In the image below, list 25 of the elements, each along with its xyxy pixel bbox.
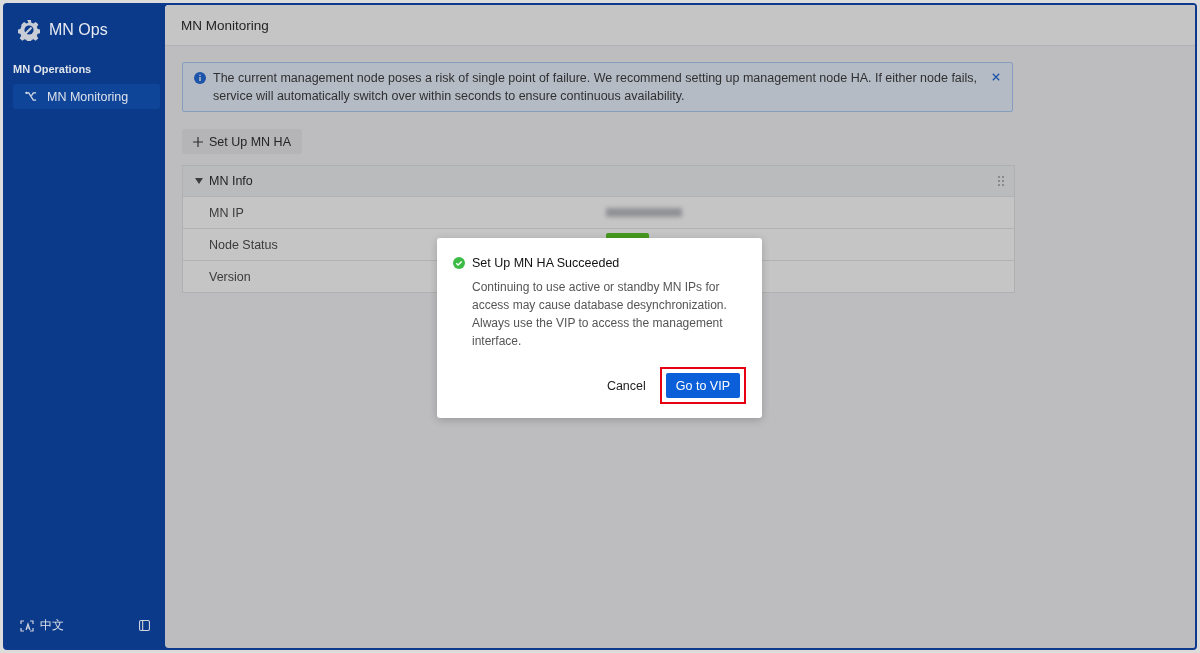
dialog-message: Continuing to use active or standby MN IPs for access may cause database desynchronization. Always use the VIP to access the management interface. [472, 279, 728, 350]
language-button[interactable]: 中文 [20, 617, 64, 634]
panel-title: MN Info [209, 174, 253, 188]
sidebar-item[interactable]: MN Monitoring [13, 84, 160, 109]
translate-icon [20, 619, 34, 632]
dialog-title: Set Up MN HA Succeeded [472, 256, 620, 270]
collapse-sidebar-icon[interactable] [139, 620, 150, 631]
cancel-button[interactable]: Cancel [604, 374, 648, 397]
field-label: Node Status [208, 237, 279, 252]
go-to-vip-button[interactable]: Go to VIP [665, 373, 740, 398]
info-icon [194, 72, 206, 84]
app-title: MN Ops [49, 21, 108, 39]
branch-icon [25, 91, 38, 102]
caret-icon[interactable] [195, 178, 203, 184]
success-check-icon [453, 257, 465, 269]
gear-wrench-icon [18, 19, 40, 41]
field-label: Version [208, 269, 252, 284]
field-label: MN IP [208, 205, 245, 220]
plus-icon [193, 136, 203, 147]
close-icon[interactable] [992, 73, 1000, 81]
page-title: MN Monitoring [181, 17, 269, 33]
drag-handle-icon[interactable] [998, 176, 1004, 186]
alert-message: The current management node poses a risk of single point of failure. We recommend setting up management node HA. If either node fails, service will automatically switch over within seconds to ensure continuous availability. [213, 70, 979, 105]
section-label: MN Operations [12, 62, 93, 75]
setup-ha-button[interactable]: Set Up MN HA [182, 129, 302, 154]
